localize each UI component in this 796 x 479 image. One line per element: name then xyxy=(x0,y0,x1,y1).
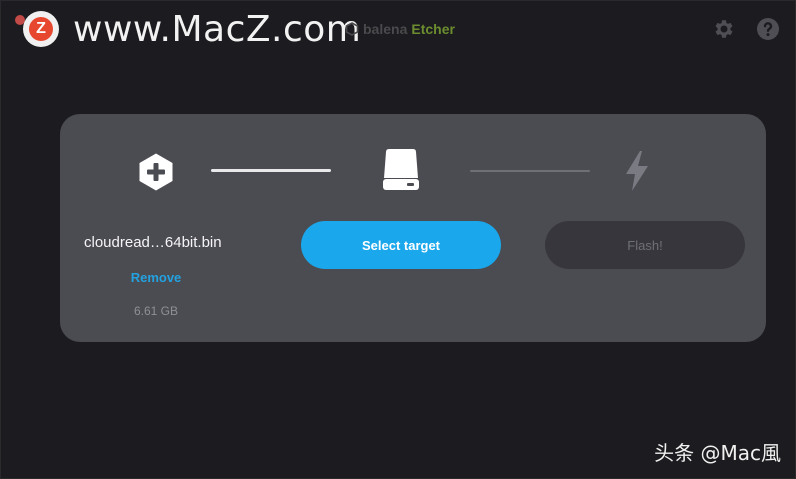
step-connector-complete xyxy=(211,169,331,172)
image-size-label: 6.61 GB xyxy=(133,304,179,318)
watermark-text: www.MacZ.com xyxy=(73,9,362,50)
app-brand: balena Etcher xyxy=(345,20,455,38)
settings-button[interactable] xyxy=(712,17,736,41)
flash-step xyxy=(622,150,652,192)
question-circle-icon xyxy=(757,18,779,40)
selected-image-filename: cloudread…64bit.bin xyxy=(84,234,222,251)
select-target-button[interactable]: Select target xyxy=(301,221,501,269)
plus-hexagon-icon xyxy=(139,153,173,191)
brand-prefix: balena xyxy=(363,21,408,37)
watermark-logo-letter: Z xyxy=(29,17,53,41)
gear-icon xyxy=(715,20,733,38)
remove-image-link[interactable]: Remove xyxy=(130,270,182,285)
source-watermark: 头条 @Mac風 xyxy=(654,441,781,465)
flash-button[interactable]: Flash! xyxy=(545,221,745,269)
watermark-logo: Z xyxy=(23,11,59,47)
help-button[interactable] xyxy=(756,17,780,41)
balena-logo-icon xyxy=(345,22,359,36)
target-step xyxy=(380,148,422,192)
lightning-icon xyxy=(626,151,648,191)
etcher-window: Z www.MacZ.com balena Etcher cloudread…6… xyxy=(0,0,796,479)
step-connector-pending xyxy=(470,170,590,172)
title-bar: Z www.MacZ.com balena Etcher xyxy=(1,1,796,61)
flash-steps-card: cloudread…64bit.bin Remove 6.61 GB Selec… xyxy=(60,114,766,342)
brand-suffix: Etcher xyxy=(411,21,455,37)
select-image-step[interactable] xyxy=(136,152,176,192)
drive-icon xyxy=(383,149,419,190)
